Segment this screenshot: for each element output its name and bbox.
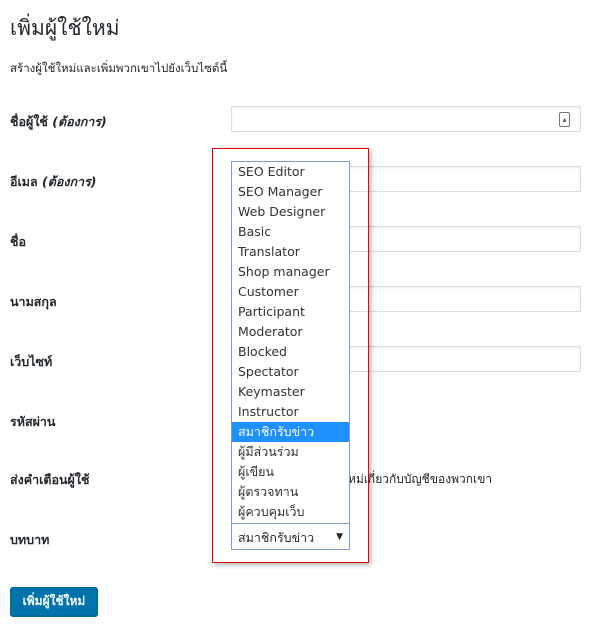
username-label: ชื่อผู้ใช้ (ต้องการ) (10, 112, 107, 132)
required-note: (ต้องการ) (42, 174, 97, 189)
website-label: เว็บไซท์ (10, 354, 53, 369)
add-new-user-button[interactable]: เพิ่มผู้ใช้ใหม่ (10, 587, 98, 616)
username-input[interactable]: ▴ (231, 106, 581, 132)
highlight-annotation-box (212, 148, 369, 563)
page-title: เพิ่มผู้ใช้ใหม่ (10, 16, 120, 40)
page-subtitle: สร้างผู้ใช้ใหม่และเพิ่มพวกเขาไปยังเว็บไซ… (10, 61, 228, 75)
first-name-label: ชื่อ (10, 234, 26, 249)
required-note: (ต้องการ) (52, 114, 107, 129)
email-label: อีเมล (ต้องการ) (10, 172, 97, 192)
role-label: บทบาท (10, 532, 50, 547)
password-label: รหัสผ่าน (10, 414, 56, 429)
last-name-label: นามสกุล (10, 294, 57, 309)
username-label-text: ชื่อผู้ใช้ (10, 114, 48, 129)
email-label-text: อีเมล (10, 174, 38, 189)
contact-card-icon[interactable]: ▴ (559, 112, 570, 127)
notify-checkbox-text: หม่เกี่ยวกับบัญชีของพวกเขา (348, 472, 493, 486)
notify-label: ส่งคำเตือนผู้ใช้ (10, 472, 90, 487)
